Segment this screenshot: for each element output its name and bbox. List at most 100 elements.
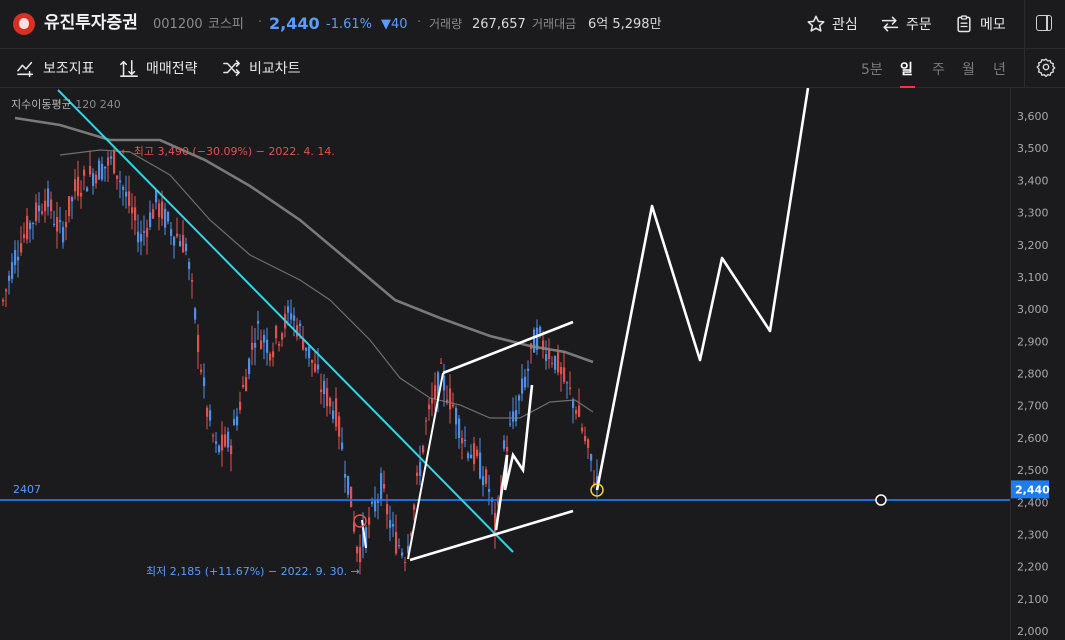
candle-body bbox=[335, 398, 338, 427]
watchlist-button[interactable]: 관심 bbox=[806, 12, 858, 36]
candle-body bbox=[434, 385, 437, 400]
legend-label: 지수이동평균 bbox=[11, 98, 72, 111]
candle-body bbox=[422, 445, 425, 453]
period-week[interactable]: 주 bbox=[932, 59, 945, 79]
candle-body bbox=[395, 532, 398, 554]
candle-body bbox=[116, 175, 119, 180]
candle-body bbox=[290, 313, 293, 320]
candle-body bbox=[137, 231, 140, 243]
candle-body bbox=[275, 326, 278, 339]
candle-body bbox=[590, 454, 593, 461]
candle-body bbox=[533, 329, 536, 353]
high-annotation: ← 최고 3,490 (−30.09%) − 2022. 4. 14. bbox=[121, 145, 335, 158]
candle-body bbox=[200, 369, 203, 372]
candle-body bbox=[56, 217, 59, 232]
candle-body bbox=[35, 202, 38, 222]
candle-body bbox=[68, 196, 71, 217]
candle-body bbox=[467, 453, 470, 459]
candle-body bbox=[539, 326, 542, 333]
candle-body bbox=[134, 207, 137, 221]
candle-body bbox=[269, 353, 272, 361]
amount-value: 6억 5,298만 bbox=[588, 17, 662, 32]
candle-body bbox=[14, 250, 17, 265]
candle-body bbox=[218, 445, 221, 453]
candle-body bbox=[62, 227, 65, 243]
candle-body bbox=[197, 334, 200, 352]
stock-name[interactable]: 유진투자증권 bbox=[44, 15, 138, 32]
price-chart[interactable]: 3,6003,5003,4003,3003,2003,1003,0002,900… bbox=[0, 88, 1065, 640]
candle-body bbox=[512, 411, 515, 422]
strategy-button[interactable]: 매매전략 bbox=[119, 57, 198, 79]
candle-body bbox=[413, 504, 416, 510]
candle-body bbox=[242, 384, 245, 388]
candle-body bbox=[29, 222, 32, 230]
candle-body bbox=[563, 367, 566, 382]
candle-body bbox=[8, 275, 11, 281]
candle-body bbox=[503, 440, 506, 449]
candle-body bbox=[260, 340, 263, 349]
candle-body bbox=[419, 461, 422, 476]
swap-arrows-icon bbox=[881, 16, 899, 32]
shuffle-icon bbox=[223, 60, 240, 76]
candle-body bbox=[356, 546, 359, 554]
order-label: 주문 bbox=[906, 17, 932, 33]
candle-body bbox=[89, 165, 92, 175]
change-amount: ▼40 bbox=[381, 17, 408, 32]
candle-body bbox=[224, 434, 227, 447]
candle-body bbox=[176, 233, 179, 237]
buy-sell-arrows-icon bbox=[120, 59, 138, 77]
candle-body bbox=[524, 376, 527, 388]
candle-body bbox=[311, 359, 314, 363]
candle-body bbox=[230, 445, 233, 455]
candle-body bbox=[554, 355, 557, 370]
candle-body bbox=[86, 187, 89, 192]
period-month[interactable]: 월 bbox=[962, 59, 975, 79]
moving-average-legend: 지수이동평균 120 240 bbox=[11, 96, 121, 112]
candle-body bbox=[245, 377, 248, 392]
candle-body bbox=[26, 215, 29, 240]
candle-body bbox=[443, 375, 446, 391]
period-day[interactable]: 일 bbox=[900, 59, 913, 79]
candle-body bbox=[167, 212, 170, 222]
separator: · bbox=[417, 15, 422, 30]
indicator-button[interactable]: 보조지표 bbox=[16, 57, 95, 79]
candle-body bbox=[11, 262, 14, 279]
period-year[interactable]: 년 bbox=[993, 59, 1006, 79]
candle-body bbox=[401, 552, 404, 556]
candle-body bbox=[557, 352, 560, 373]
candle-body bbox=[71, 197, 74, 202]
candle-body bbox=[101, 163, 104, 180]
order-button[interactable]: 주문 bbox=[880, 12, 932, 36]
candle-body bbox=[206, 407, 209, 417]
price-axis bbox=[1010, 88, 1065, 640]
candle-body bbox=[110, 156, 113, 159]
candle-body bbox=[581, 427, 584, 432]
channel-bottom-line bbox=[409, 509, 574, 562]
candle-body bbox=[518, 395, 521, 401]
period-5min[interactable]: 5분 bbox=[861, 59, 883, 79]
candle-body bbox=[461, 437, 464, 444]
candle-body bbox=[515, 410, 518, 422]
candle-body bbox=[323, 380, 326, 395]
memo-button[interactable]: 메모 bbox=[954, 12, 1006, 36]
channel-top-line bbox=[442, 320, 574, 375]
candle-body bbox=[179, 241, 182, 247]
candle-body bbox=[347, 475, 350, 495]
compare-button[interactable]: 비교차트 bbox=[222, 57, 301, 79]
candle-body bbox=[152, 209, 155, 219]
candle-body bbox=[191, 280, 194, 282]
candle-body bbox=[341, 442, 344, 450]
settings-gear-icon[interactable] bbox=[1036, 57, 1056, 77]
candle-body bbox=[464, 439, 467, 441]
candle-body bbox=[83, 169, 86, 176]
candle-body bbox=[398, 545, 401, 547]
candle-body bbox=[143, 231, 146, 233]
candle-body bbox=[272, 351, 275, 358]
candle-body bbox=[425, 420, 428, 422]
candle-body bbox=[53, 223, 56, 225]
candle-body bbox=[308, 346, 311, 359]
candle-body bbox=[113, 150, 116, 174]
clipboard-icon bbox=[957, 15, 971, 33]
side-panel-toggle-icon[interactable] bbox=[1036, 15, 1052, 31]
amount-label: 거래대금 bbox=[532, 17, 577, 31]
